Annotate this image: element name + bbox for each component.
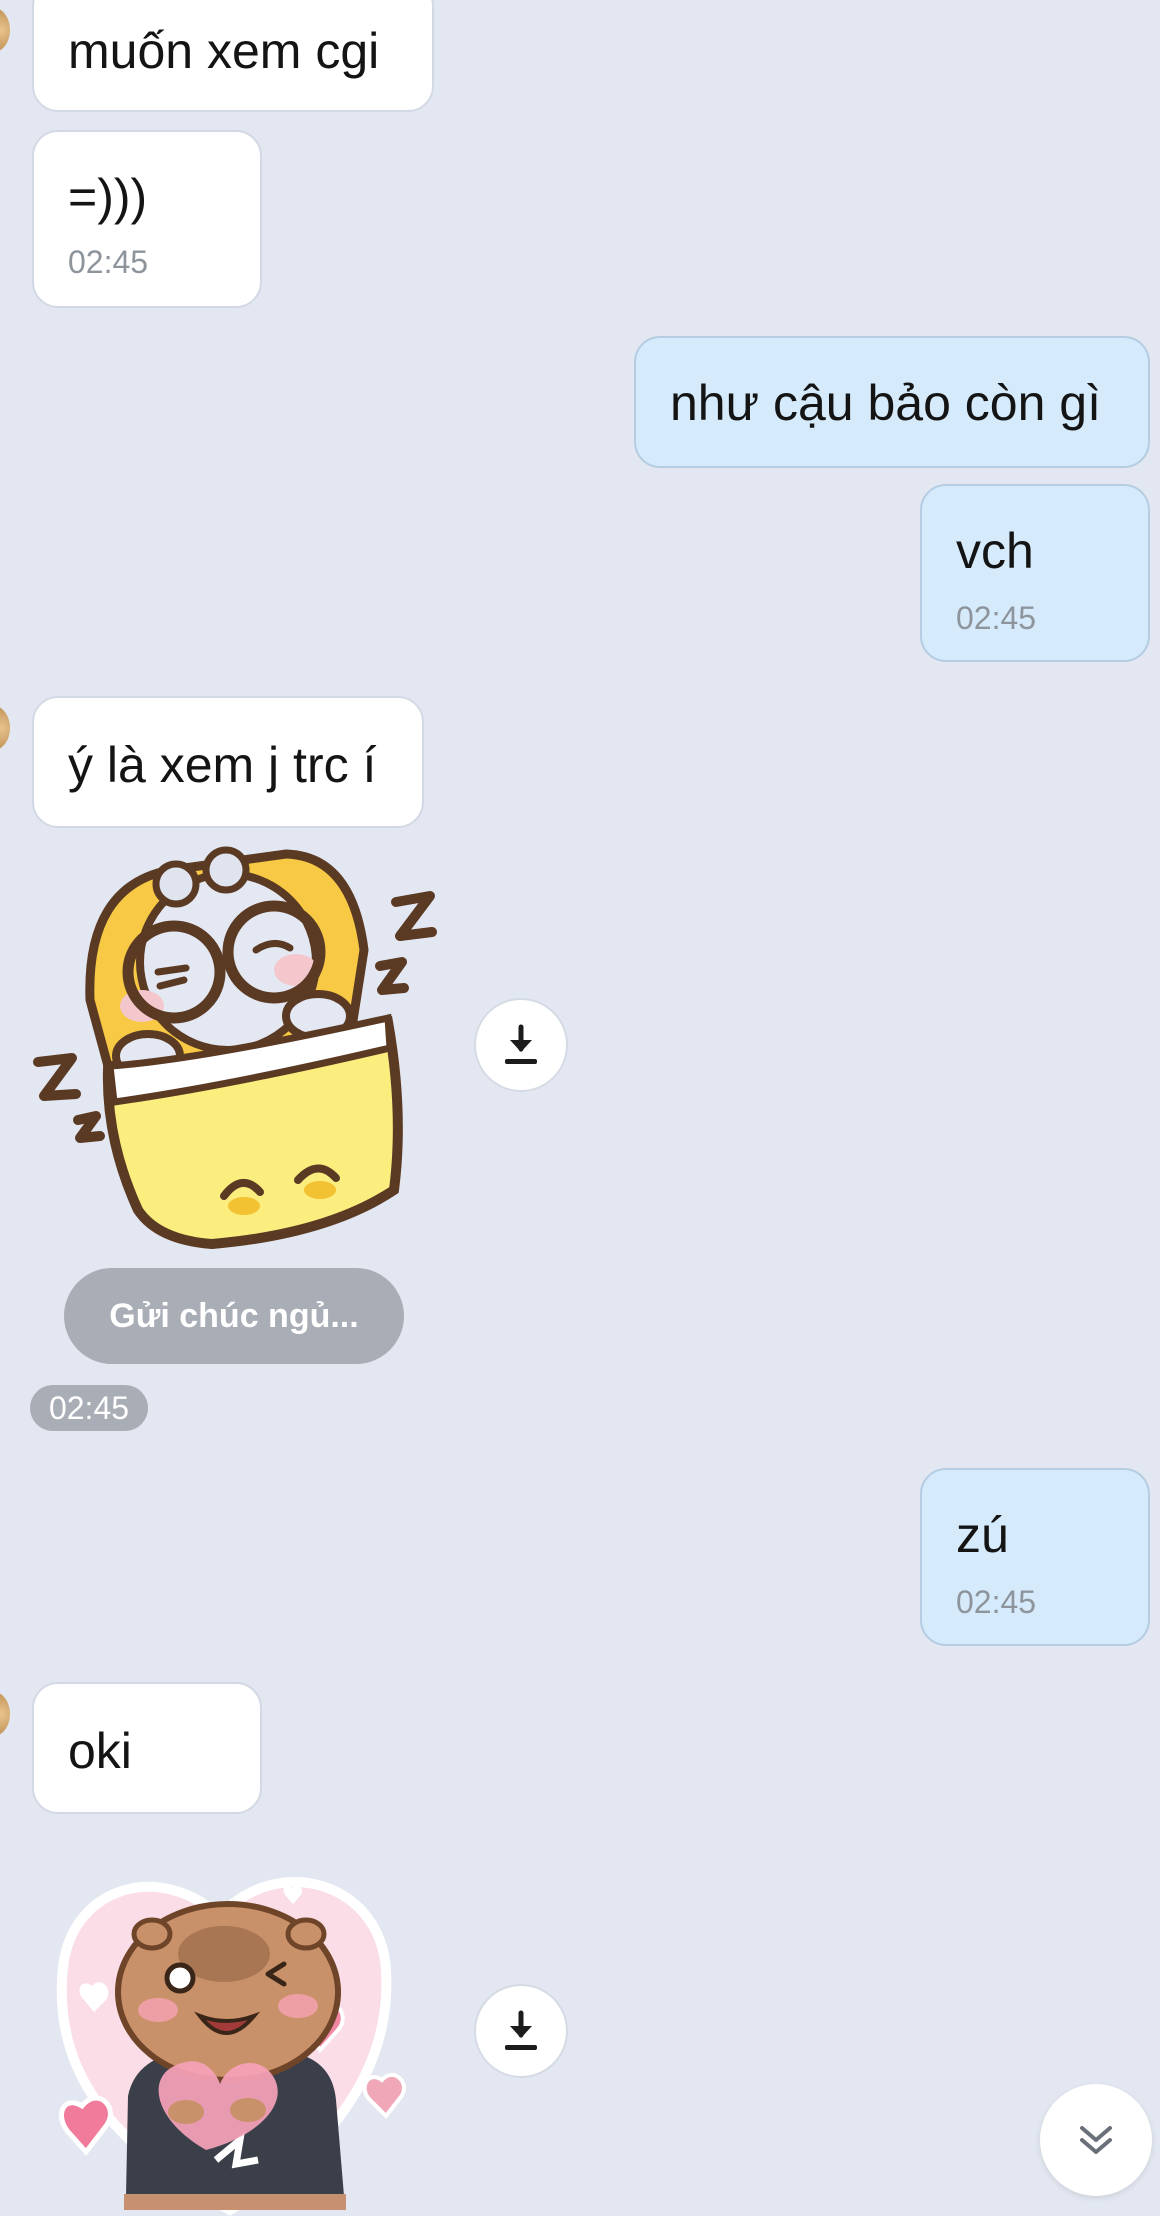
sticker-suggestion-chip[interactable]: Gửi chúc ngủ...: [64, 1268, 404, 1364]
outgoing-message[interactable]: zú 02:45: [920, 1468, 1150, 1646]
message-text: vch: [956, 523, 1034, 579]
chat-thread[interactable]: muốn xem cgi =))) 02:45 như cậu bảo còn …: [0, 0, 1160, 2216]
message-text: như cậu bảo còn gì: [670, 375, 1102, 431]
contact-avatar[interactable]: [0, 8, 10, 52]
incoming-message[interactable]: ý là xem j trc í: [32, 696, 424, 828]
download-sticker-button[interactable]: [474, 998, 568, 1092]
message-text: =))): [68, 169, 148, 225]
outgoing-message[interactable]: như cậu bảo còn gì: [634, 336, 1150, 468]
sleeping-bear-sticker[interactable]: [28, 840, 448, 1260]
download-icon: [505, 1024, 537, 1064]
message-text: oki: [68, 1723, 132, 1779]
message-time: 02:45: [30, 1385, 148, 1431]
contact-avatar[interactable]: [0, 706, 10, 750]
contact-avatar[interactable]: [0, 1692, 10, 1736]
message-text: zú: [956, 1507, 1009, 1563]
outgoing-message[interactable]: vch 02:45: [920, 484, 1150, 662]
download-icon: [505, 2010, 537, 2050]
incoming-message[interactable]: =))) 02:45: [32, 130, 262, 308]
double-chevron-down-icon: [1080, 2126, 1112, 2154]
incoming-message[interactable]: oki: [32, 1682, 262, 1814]
message-text: ý là xem j trc í: [68, 737, 377, 793]
message-text: muốn xem cgi: [68, 23, 380, 79]
message-time: 02:45: [68, 244, 149, 280]
incoming-message[interactable]: muốn xem cgi: [32, 0, 434, 112]
message-time: 02:45: [956, 600, 1037, 636]
download-sticker-button[interactable]: [474, 1984, 568, 2078]
scroll-to-bottom-button[interactable]: [1040, 2084, 1152, 2196]
message-time: 02:45: [956, 1584, 1037, 1620]
capybara-heart-sticker[interactable]: [40, 1850, 420, 2216]
